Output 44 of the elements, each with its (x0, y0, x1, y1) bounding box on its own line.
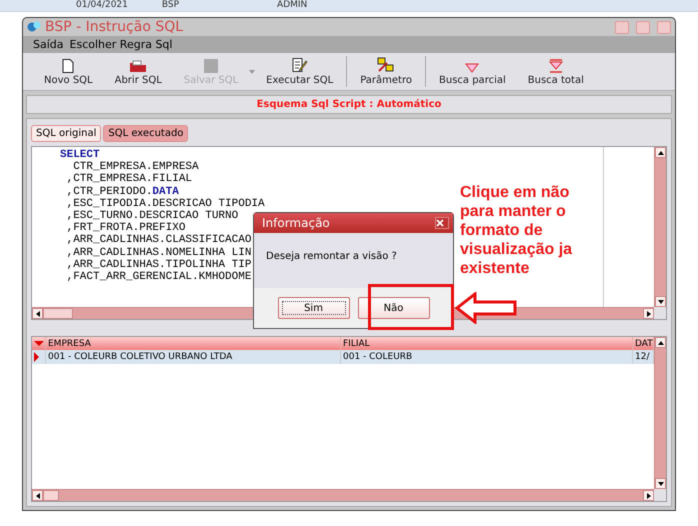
schema-banner: Esquema Sql Script : Automático (26, 95, 672, 114)
dialog-button[interactable]: Não (358, 297, 430, 319)
toolbar-button[interactable]: Busca total (516, 53, 595, 90)
puzzle-pencil-icon (377, 57, 396, 73)
tab[interactable]: SQL original (31, 125, 102, 142)
vertical-scrollbar[interactable] (654, 337, 666, 489)
annotation-text: Clique em não para manter o formato de visualização ja existente (460, 183, 574, 278)
row-pointer-icon (34, 352, 39, 362)
table-cell: 001 - COLEURB COLETIVO URBANO LTDA (46, 350, 341, 364)
dialog-button[interactable]: Sim (278, 297, 350, 319)
document-icon (62, 59, 74, 73)
column-header[interactable]: DAT (633, 337, 654, 350)
toolbar-button[interactable]: Executar SQL (255, 53, 344, 90)
background-table-cell-text: 01/04/2021 (75, 0, 129, 11)
menu-item[interactable]: Saída (33, 38, 64, 51)
scrollbar-corner (654, 489, 666, 501)
dialog-message: Deseja remontar a visão ? (266, 251, 397, 262)
caret-icon[interactable] (249, 70, 256, 74)
tab[interactable]: SQL executado (103, 125, 188, 142)
toolbar-button[interactable]: Abrir SQL (104, 53, 173, 90)
dialog-title: Informação (262, 216, 330, 230)
menu-item[interactable]: Escolher Regra Sql (70, 38, 172, 51)
column-header[interactable]: EMPRESA (46, 337, 341, 350)
document-pencil-icon (292, 58, 308, 73)
background-table-cell-text: BSP (160, 0, 180, 11)
table-cell: 12/ (633, 350, 654, 364)
triangle-bar-icon (548, 59, 563, 73)
toolbar-button[interactable]: Parâmetro (349, 53, 423, 90)
background-table-cell-text: ADMIN (276, 0, 308, 11)
triangle-icon (465, 63, 480, 73)
vertical-scrollbar[interactable] (654, 147, 666, 307)
square-icon (204, 59, 218, 73)
window-title: BSP - Instrução SQL (45, 19, 184, 35)
horizontal-scrollbar[interactable] (32, 489, 654, 501)
column-header[interactable]: FILIAL (341, 337, 633, 350)
minimize-button[interactable] (615, 20, 629, 34)
table-row[interactable]: 001 - COLEURB COLETIVO URBANO LTDA 001 - COLEURB 12/ (32, 350, 654, 364)
scrollbar-corner (654, 307, 666, 319)
folder-icon (129, 59, 148, 73)
table-cell: 001 - COLEURB (341, 350, 633, 364)
maximize-button[interactable] (636, 20, 650, 34)
toolbar-button[interactable]: Novo SQL (33, 53, 104, 90)
app-logo-icon (27, 20, 41, 34)
toolbar-button[interactable]: Busca parcial (428, 53, 517, 90)
